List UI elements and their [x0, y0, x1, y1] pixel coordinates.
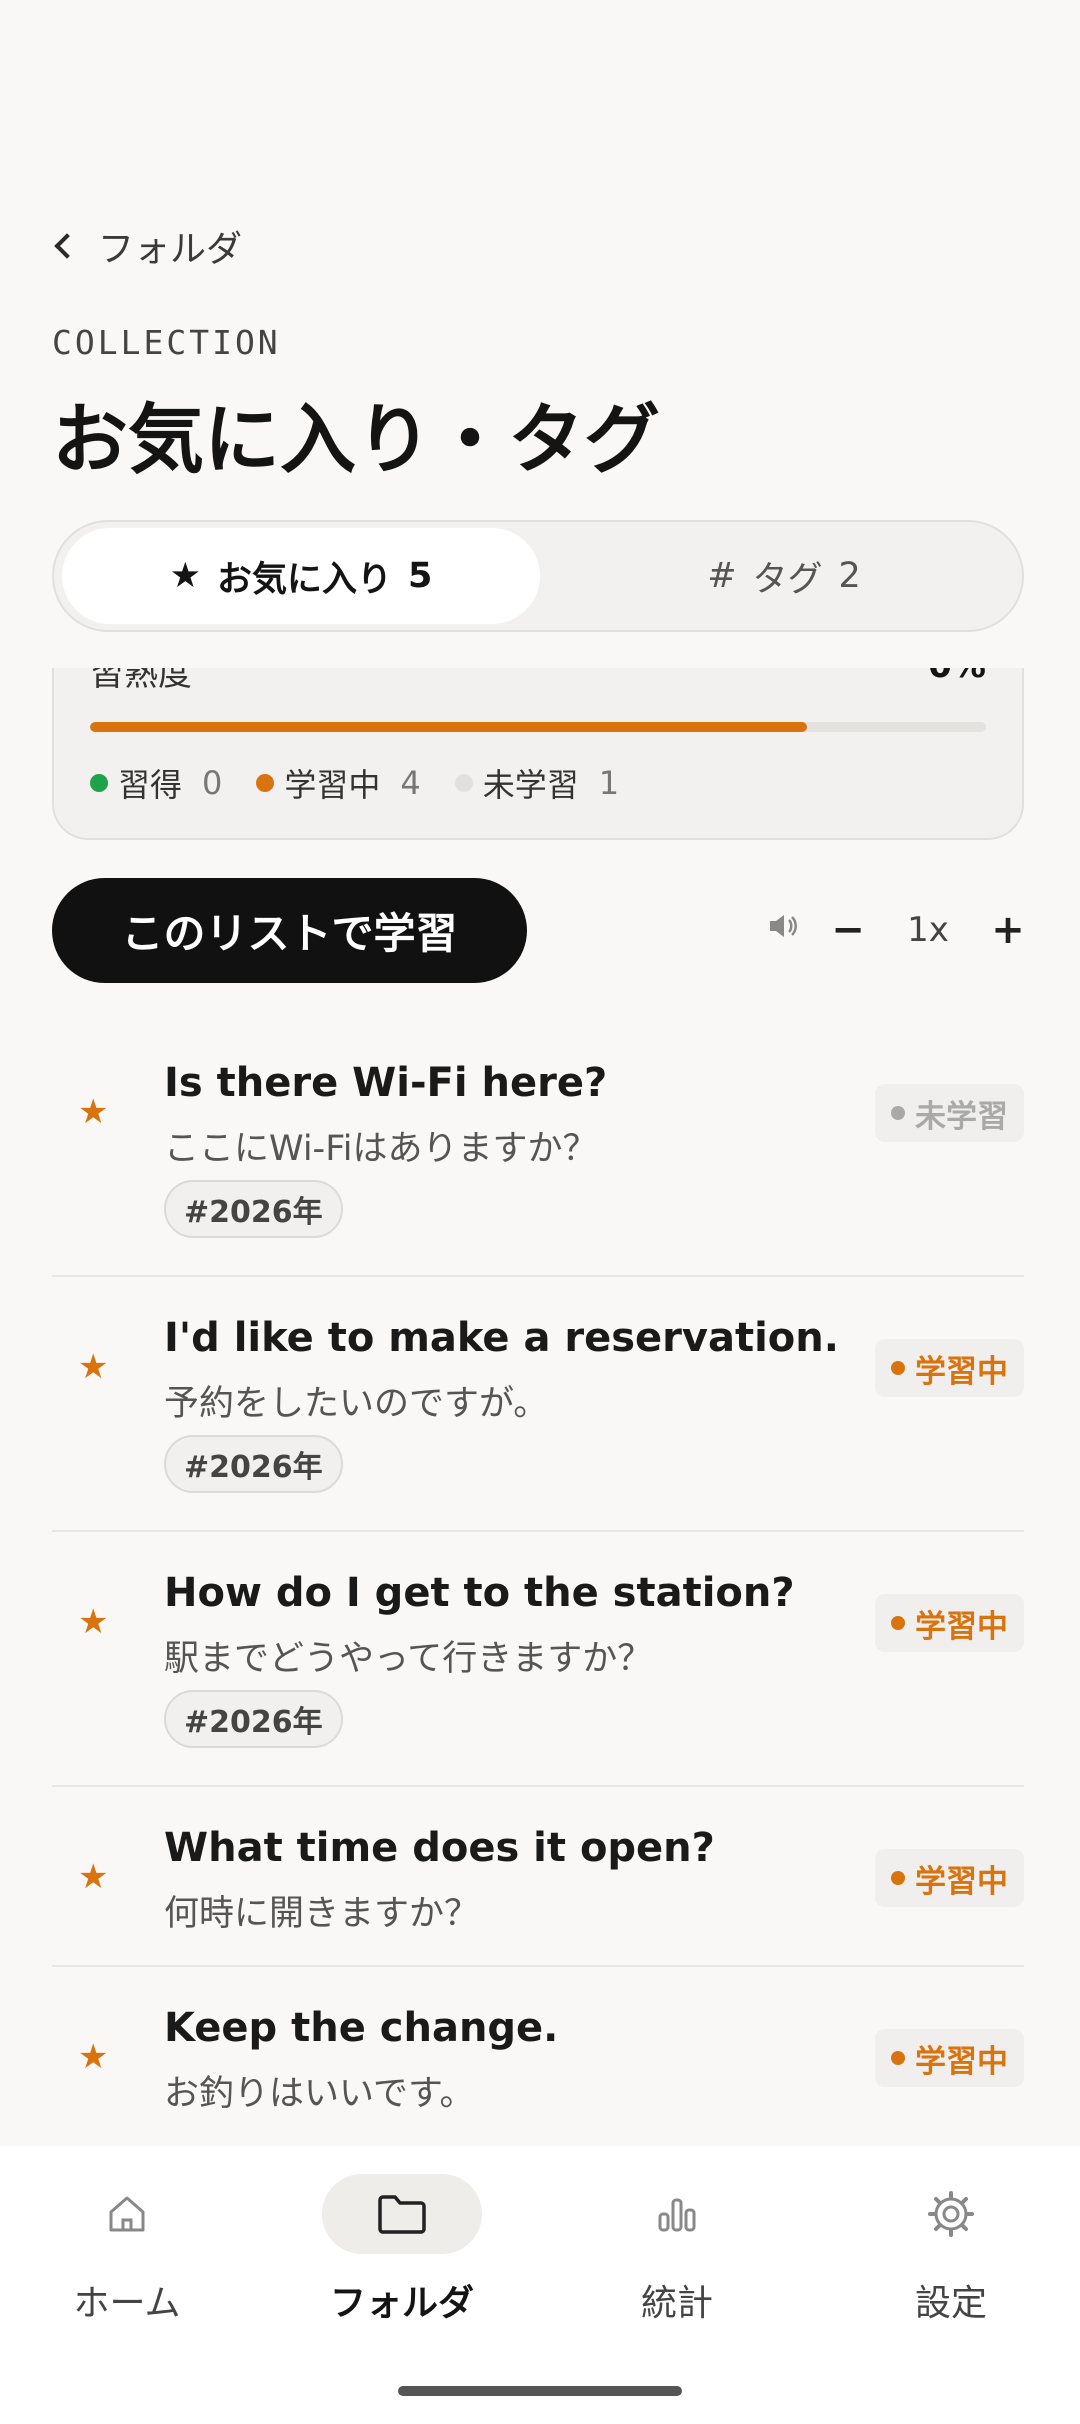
star-icon[interactable]: ★ [78, 1092, 108, 1132]
legend-learning: 学習中 4 [256, 760, 421, 806]
tag-chip[interactable]: #2026年 [164, 1435, 343, 1493]
back-label: フォルダ [98, 229, 243, 270]
folder-icon [322, 2174, 482, 2254]
tab-tags[interactable]: # タグ 2 [554, 528, 1014, 624]
progress-percent: 0% [928, 668, 986, 686]
status-dot [891, 1106, 905, 1120]
nav-folder[interactable]: フォルダ [317, 2174, 487, 2326]
nav-settings[interactable]: 設定 [866, 2174, 1036, 2326]
tab-favorites-count: 5 [408, 556, 433, 596]
phrase-english: Keep the change. [164, 2005, 559, 2051]
speed-increase-button[interactable]: + [988, 907, 1028, 953]
study-list-button[interactable]: このリストで学習 [52, 878, 527, 983]
star-icon[interactable]: ★ [78, 1347, 108, 1387]
star-icon[interactable]: ★ [78, 1602, 108, 1642]
nav-settings-label: 設定 [914, 2283, 987, 2324]
legend-count: 1 [598, 764, 620, 802]
status-dot [891, 2051, 905, 2065]
tab-tags-label: タグ [752, 559, 823, 600]
phrase-english: How do I get to the station? [164, 1570, 795, 1616]
progress-label: 習熟度 [90, 668, 192, 694]
speed-value: 1x [907, 910, 949, 950]
phrase-japanese: 何時に開きますか？ [164, 1894, 480, 1934]
list-item[interactable]: ★ How do I get to the station? 駅までどうやって行… [52, 1532, 1024, 1787]
speed-decrease-button[interactable]: − [828, 907, 868, 953]
gear-icon [871, 2174, 1031, 2254]
segment-control: ★ お気に入り 5 # タグ 2 [52, 520, 1024, 632]
nav-home-label: ホーム [73, 2283, 181, 2324]
legend-count: 4 [400, 764, 421, 802]
legend-label: 習得 [118, 766, 183, 804]
list-item[interactable]: ★ Is there Wi-Fi here? ここにWi-Fiはありますか？ #… [52, 1020, 1024, 1277]
phrase-english: Is there Wi-Fi here? [164, 1060, 608, 1106]
status-badge: 学習中 [875, 1594, 1024, 1652]
tab-favorites-label: お気に入り [217, 559, 393, 600]
chevron-left-icon [54, 233, 80, 259]
nav-stats-label: 統計 [640, 2283, 713, 2324]
nav-stats[interactable]: 統計 [592, 2174, 762, 2326]
status-dot [891, 1361, 905, 1375]
phrase-list: ★ Is there Wi-Fi here? ここにWi-Fiはありますか？ #… [52, 1020, 1024, 2147]
status-badge: 学習中 [875, 2029, 1024, 2087]
legend-dot [256, 774, 275, 792]
page-title: お気に入り・タグ [52, 395, 660, 484]
tag-chip[interactable]: #2026年 [164, 1690, 343, 1748]
progress-bar-fill [90, 722, 807, 732]
legend-unlearned: 未学習 1 [454, 760, 620, 806]
status-badge: 未学習 [875, 1084, 1024, 1142]
status-label: 学習中 [915, 1863, 1008, 1900]
list-item[interactable]: ★ What time does it open? 何時に開きますか？ 学習中 [52, 1787, 1024, 1967]
status-badge: 学習中 [875, 1849, 1024, 1907]
phrase-japanese: 駅までどうやって行きますか？ [164, 1639, 653, 1679]
phrase-english: I'd like to make a reservation. [164, 1315, 839, 1361]
phrase-japanese: お釣りはいいです。 [164, 2074, 475, 2114]
status-badge: 学習中 [875, 1339, 1024, 1397]
progress-card: 習熟度 0% 習得 0 学習中 4 未学習 1 [52, 668, 1024, 840]
legend-label: 学習中 [284, 766, 381, 804]
nav-folder-label: フォルダ [329, 2283, 474, 2324]
list-item[interactable]: ★ Keep the change. お釣りはいいです。 学習中 [52, 1967, 1024, 2147]
legend-dot [454, 774, 473, 792]
phrase-english: What time does it open? [164, 1825, 715, 1871]
star-icon[interactable]: ★ [78, 2037, 108, 2077]
back-button[interactable]: フォルダ [52, 220, 242, 272]
status-label: 学習中 [915, 2043, 1008, 2080]
star-icon: ★ [169, 556, 201, 596]
status-dot [891, 1616, 905, 1630]
eyebrow-label: COLLECTION [52, 323, 281, 362]
speaker-icon[interactable] [768, 912, 798, 948]
tab-tags-count: 2 [838, 556, 861, 596]
status-label: 未学習 [915, 1098, 1008, 1135]
status-label: 学習中 [915, 1353, 1008, 1390]
legend-label: 未学習 [482, 766, 579, 804]
hash-icon: # [707, 556, 737, 596]
nav-home[interactable]: ホーム [42, 2174, 212, 2326]
tab-favorites[interactable]: ★ お気に入り 5 [62, 528, 540, 624]
home-indicator [398, 2386, 682, 2396]
phrase-japanese: ここにWi-Fiはありますか？ [164, 1129, 598, 1169]
bottom-navigation: ホーム フォルダ 統計 設定 [0, 2146, 1080, 2424]
progress-bar [90, 722, 986, 732]
phrase-japanese: 予約をしたいのですが。 [164, 1384, 549, 1424]
home-icon [47, 2174, 207, 2254]
status-label: 学習中 [915, 1608, 1008, 1645]
legend-count: 0 [202, 764, 223, 802]
status-dot [891, 1871, 905, 1885]
bar-chart-icon [597, 2174, 757, 2254]
playback-speed-control: − 1x + [768, 898, 1028, 962]
progress-legend: 習得 0 学習中 4 未学習 1 [90, 760, 619, 806]
tag-chip[interactable]: #2026年 [164, 1180, 343, 1238]
legend-dot [90, 774, 108, 792]
legend-mastered: 習得 0 [90, 760, 222, 806]
list-item[interactable]: ★ I'd like to make a reservation. 予約をしたい… [52, 1277, 1024, 1532]
star-icon[interactable]: ★ [78, 1857, 108, 1897]
